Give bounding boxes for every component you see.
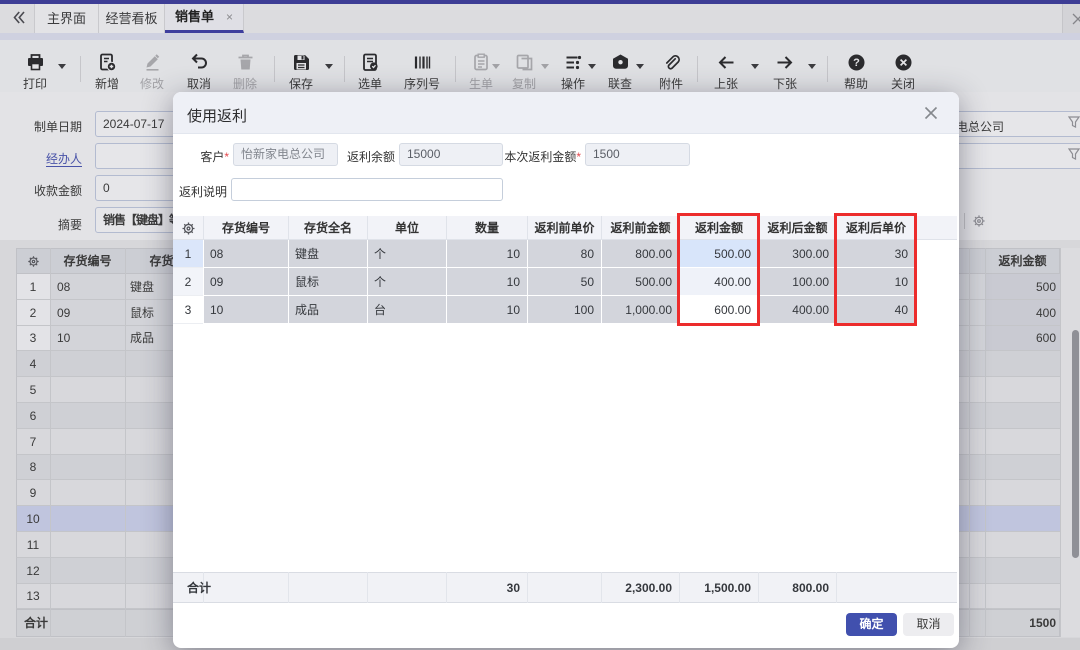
svg-text:?: ? <box>853 57 860 69</box>
